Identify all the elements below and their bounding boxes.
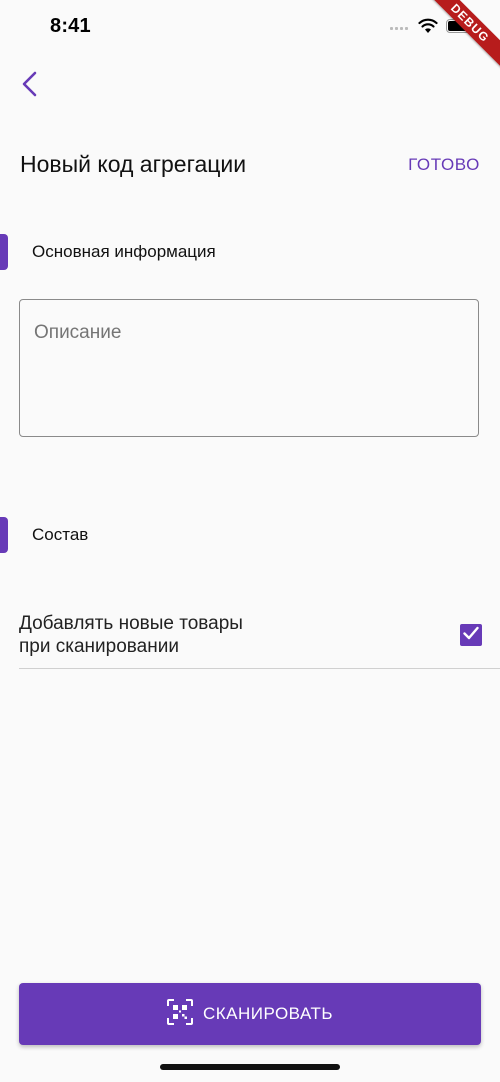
done-button[interactable]: ГОТОВО xyxy=(408,155,480,175)
add-new-items-label-line1: Добавлять новые товары xyxy=(19,613,243,634)
section-marker-main-info xyxy=(0,234,8,270)
checkmark-icon xyxy=(463,626,479,645)
qr-code-scan-icon xyxy=(166,998,193,1030)
description-field[interactable] xyxy=(19,299,479,437)
add-new-items-label-line2: при сканировании xyxy=(19,636,179,657)
scan-button[interactable]: СКАНИРОВАТЬ xyxy=(19,983,481,1045)
section-title-main-info: Основная информация xyxy=(32,242,216,261)
section-title-composition: Состав xyxy=(32,525,89,544)
add-new-items-label: Добавлять новые товары при сканировании xyxy=(19,612,349,658)
debug-banner-label: DEBUG xyxy=(421,0,500,72)
status-time: 8:41 xyxy=(50,15,91,37)
scan-button-label: СКАНИРОВАТЬ xyxy=(202,1004,334,1023)
page-title: Новый код агрегации xyxy=(20,151,247,177)
chevron-left-icon xyxy=(20,71,40,102)
signal-icon xyxy=(390,20,410,38)
add-new-items-checkbox[interactable] xyxy=(460,624,482,646)
row-divider xyxy=(19,668,500,669)
debug-banner: DEBUG xyxy=(410,0,500,90)
back-button[interactable] xyxy=(10,66,50,106)
home-indicator xyxy=(160,1064,340,1070)
section-marker-composition xyxy=(0,517,8,553)
